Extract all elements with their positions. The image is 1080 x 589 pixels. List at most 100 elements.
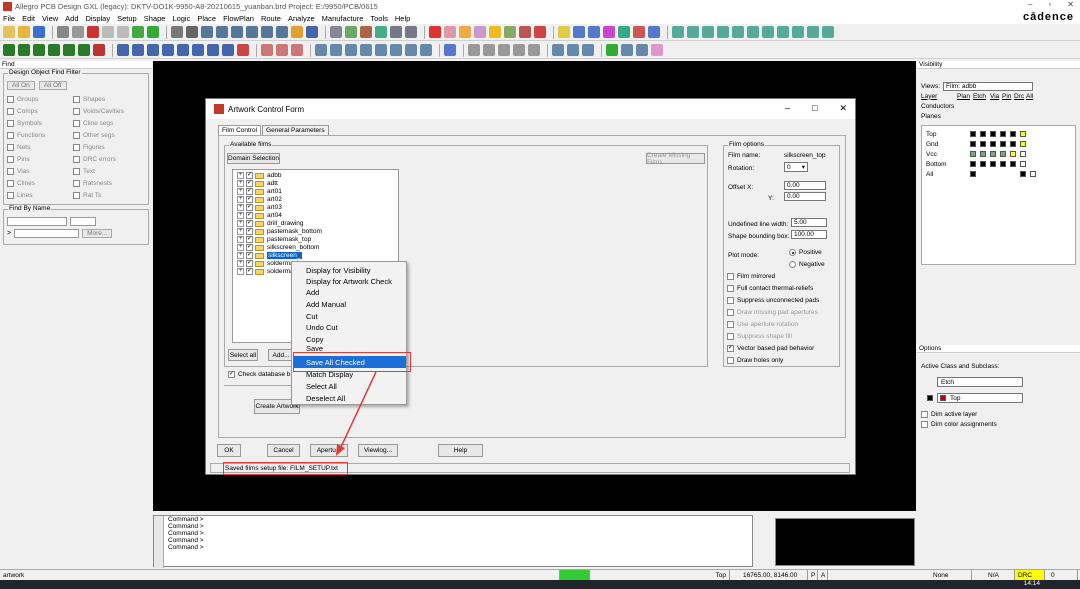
views-select[interactable]: Film: adbb xyxy=(943,81,1034,91)
status-a[interactable]: A xyxy=(818,570,828,580)
suppress-fill-option[interactable]: Suppress shape fill xyxy=(727,333,792,340)
suppress-unconnected-option[interactable]: Suppress unconnected pads xyxy=(727,297,819,304)
find-option[interactable]: DRC errors xyxy=(73,155,139,163)
aperture-rotation-option[interactable]: Use aperture rotation xyxy=(727,321,798,328)
menu-flowplan[interactable]: FlowPlan xyxy=(223,14,254,23)
select-all-button[interactable]: Select all xyxy=(228,349,258,361)
menu-item[interactable]: Save xyxy=(306,344,323,352)
attach-icon[interactable] xyxy=(636,44,648,56)
menu-logic[interactable]: Logic xyxy=(172,14,190,23)
menu-edit[interactable]: Edit xyxy=(22,14,35,23)
find-option[interactable]: Rat Ts xyxy=(73,191,139,199)
menu-item[interactable]: Undo Cut xyxy=(306,321,338,333)
menu-analyze[interactable]: Analyze xyxy=(288,14,315,23)
redo-icon[interactable] xyxy=(117,26,129,38)
layer-icon[interactable] xyxy=(375,26,387,38)
find-option[interactable]: Clines xyxy=(7,179,73,187)
create-missing-films-button[interactable]: Create Missing Films xyxy=(646,152,705,166)
layer-top-icon[interactable] xyxy=(3,44,15,56)
slide-icon[interactable] xyxy=(573,26,585,38)
grid-toggle-icon[interactable] xyxy=(330,26,342,38)
cline-icon[interactable] xyxy=(276,44,288,56)
window-icon[interactable] xyxy=(186,26,198,38)
check-database-option[interactable]: ✓ Check database b xyxy=(228,371,290,378)
find-option[interactable]: Shapes xyxy=(73,95,139,103)
class-select[interactable]: Etch xyxy=(937,377,1023,387)
draw-holes-option[interactable]: Draw holes only xyxy=(727,357,783,364)
symbol-icon[interactable] xyxy=(345,44,357,56)
find-option[interactable]: Text xyxy=(73,167,139,175)
shape-icon[interactable] xyxy=(732,26,744,38)
find-option[interactable]: Figures xyxy=(73,143,139,151)
compare-icon[interactable] xyxy=(567,44,579,56)
maximize-icon[interactable]: ▫ xyxy=(1048,0,1051,9)
delete-icon[interactable] xyxy=(87,26,99,38)
subclass-color-swatch[interactable] xyxy=(927,395,933,401)
text-icon[interactable] xyxy=(207,44,219,56)
matrix-icon[interactable] xyxy=(405,26,417,38)
draw-missing-option[interactable]: Draw missing pad apertures xyxy=(727,309,818,316)
place-icon[interactable] xyxy=(117,44,129,56)
record-icon[interactable] xyxy=(483,44,495,56)
dim-active-option[interactable]: Dim active layer xyxy=(917,409,1080,419)
grid-icon[interactable] xyxy=(132,26,144,38)
report-icon[interactable] xyxy=(459,26,471,38)
drc-icon[interactable] xyxy=(504,26,516,38)
net-icon[interactable] xyxy=(375,44,387,56)
constraint-icon[interactable] xyxy=(390,44,402,56)
all-on-button[interactable]: All On xyxy=(7,81,35,90)
find-option[interactable]: Nets xyxy=(7,143,73,151)
padstack-icon[interactable] xyxy=(330,44,342,56)
find-option[interactable]: Comps xyxy=(7,107,73,115)
zoom-prev-icon[interactable] xyxy=(261,26,273,38)
rect-icon[interactable] xyxy=(147,44,159,56)
layer-silk-icon[interactable] xyxy=(78,44,90,56)
layer-all-icon[interactable] xyxy=(63,44,75,56)
all-off-button[interactable]: All Off xyxy=(38,81,67,90)
dim-icon[interactable] xyxy=(222,44,234,56)
move-icon[interactable] xyxy=(57,26,69,38)
find-option[interactable]: Cline segs xyxy=(73,119,139,127)
view-icon[interactable] xyxy=(171,26,183,38)
zoom-in-icon[interactable] xyxy=(216,26,228,38)
layer-row-top[interactable]: Top xyxy=(922,129,1075,139)
full-contact-option[interactable]: Full contact thermal-reliefs xyxy=(727,285,813,292)
save-icon[interactable] xyxy=(33,26,45,38)
script-icon[interactable] xyxy=(468,44,480,56)
export-icon[interactable] xyxy=(420,44,432,56)
menu-help[interactable]: Help xyxy=(395,14,410,23)
film-node[interactable]: + ✓ soldermasl xyxy=(237,267,298,276)
offset-x-input[interactable]: 0.00 xyxy=(784,181,826,190)
command-console[interactable]: Command > Command > Command > Command > … xyxy=(153,515,753,568)
find-option[interactable]: Ratsnests xyxy=(73,179,139,187)
view-3d-icon[interactable] xyxy=(306,26,318,38)
subclass-select[interactable]: Top xyxy=(937,393,1023,403)
positive-radio[interactable]: Positive xyxy=(789,249,822,256)
table-icon[interactable] xyxy=(390,26,402,38)
find-option[interactable]: Vias xyxy=(7,167,73,175)
layer-vcc-icon[interactable] xyxy=(33,44,45,56)
shape-bbox-input[interactable]: 100.00 xyxy=(791,230,827,239)
dialog-minimize-icon[interactable]: – xyxy=(785,103,790,114)
layer-row-all[interactable]: All xyxy=(922,169,1075,179)
color-dialog-icon[interactable] xyxy=(651,44,663,56)
find-type-select[interactable] xyxy=(7,217,67,226)
tab-film-control[interactable]: Film Control xyxy=(218,125,262,135)
film-mirrored-option[interactable]: Film mirrored xyxy=(727,273,775,280)
mark-icon[interactable] xyxy=(237,44,249,56)
dim-color-option[interactable]: Dim color assignments xyxy=(917,419,1080,429)
undefined-line-input[interactable]: 5.00 xyxy=(791,218,827,227)
arc-icon[interactable] xyxy=(291,44,303,56)
circle-icon[interactable] xyxy=(132,44,144,56)
find-option[interactable]: Other segs xyxy=(73,131,139,139)
add-connect-icon[interactable] xyxy=(558,26,570,38)
find-option[interactable]: Voids/Cavities xyxy=(73,107,139,115)
layer-row-gnd[interactable]: Gnd xyxy=(922,139,1075,149)
poly-icon[interactable] xyxy=(162,44,174,56)
negative-radio[interactable]: Negative xyxy=(789,261,825,268)
redraw-icon[interactable] xyxy=(276,26,288,38)
miter-icon[interactable] xyxy=(717,26,729,38)
apertures-button[interactable]: Apertu... xyxy=(310,444,348,457)
find-mode-select[interactable] xyxy=(70,217,96,226)
ok-button[interactable]: OK xyxy=(217,444,241,457)
